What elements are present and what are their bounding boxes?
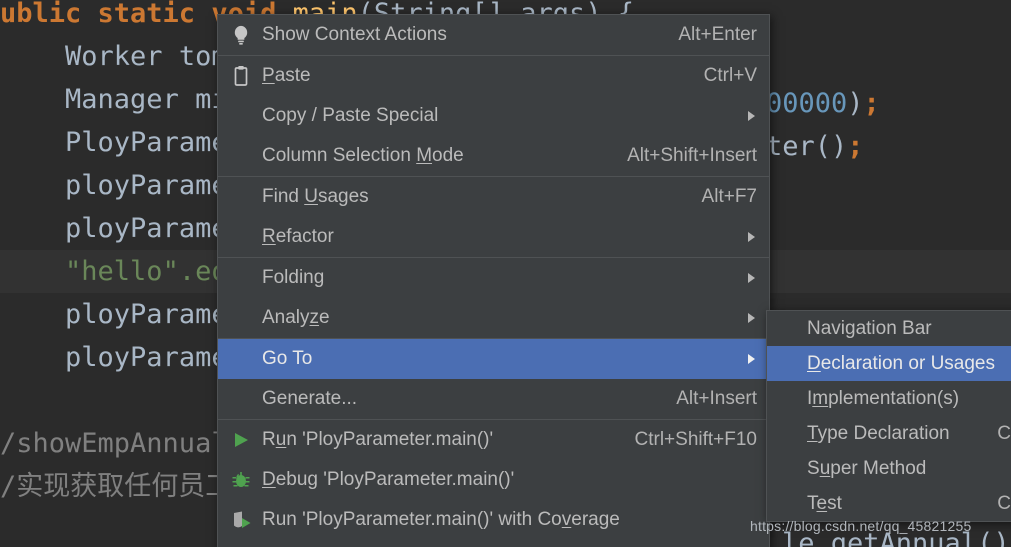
go-to-submenu[interactable]: Navigation Bar Declaration or Usages Imple… <box>766 310 1011 522</box>
menu-item-label: Paste <box>262 65 311 86</box>
menu-item-label: Copy / Paste Special <box>262 105 439 126</box>
lightbulb-icon <box>226 21 256 49</box>
submenu-item-label: Implementation(s) <box>807 387 960 409</box>
submenu-item-label: Test <box>807 492 842 514</box>
menu-item-paste[interactable]: Paste Ctrl+V <box>218 56 769 96</box>
menu-item-debug-ployparameter-main[interactable]: Debug 'PloyParameter.main()' <box>218 460 769 500</box>
menu-icon-placeholder <box>226 385 256 413</box>
menu-icon-placeholder <box>226 223 256 251</box>
submenu-item-label: Declaration or Usages <box>807 352 995 374</box>
code-fragment: ter(); <box>766 131 864 162</box>
menu-icon-placeholder <box>226 345 256 373</box>
menu-icon-placeholder <box>226 142 256 170</box>
ide-screen: ublic static void main(String[] args) { … <box>0 0 1011 547</box>
menu-item-label: Find Usages <box>262 186 369 207</box>
menu-item-shortcut: Alt+F7 <box>701 186 757 207</box>
menu-item-label: Run 'PloyParameter.main()' <box>262 429 494 450</box>
menu-item-run-ployparameter-main-with-coverage[interactable]: Run 'PloyParameter.main()' with Coverage <box>218 500 769 540</box>
run-icon <box>226 426 256 454</box>
menu-item-label: Column Selection Mode <box>262 145 464 166</box>
menu-item-shortcut: Ctrl+Shift+F10 <box>634 429 758 450</box>
clipboard-icon <box>226 62 256 90</box>
menu-icon-placeholder <box>226 264 256 292</box>
submenu-icon-placeholder <box>771 350 801 378</box>
menu-item-label: Analyze <box>262 307 330 328</box>
code-fragment: 00000); <box>766 88 880 119</box>
menu-item-find-usages[interactable]: Find Usages Alt+F7 <box>218 177 769 217</box>
menu-item-go-to[interactable]: Go To <box>218 339 769 379</box>
menu-item-label: Run 'PloyParameter.main()' with Coverage <box>262 509 620 530</box>
submenu-item-test[interactable]: Test C <box>767 486 1011 521</box>
menu-item-refactor[interactable]: Refactor <box>218 217 769 257</box>
menu-item-shortcut: Alt+Insert <box>676 388 757 409</box>
menu-item-label: Folding <box>262 267 325 288</box>
menu-item-column-selection-mode[interactable]: Column Selection Mode Alt+Shift+Insert <box>218 136 769 176</box>
submenu-item-implementation-s[interactable]: Implementation(s) <box>767 381 1011 416</box>
submenu-item-shortcut: C <box>997 492 1011 514</box>
submenu-icon-placeholder <box>771 315 801 343</box>
chevron-right-icon <box>745 354 757 364</box>
submenu-icon-placeholder <box>771 490 801 518</box>
submenu-icon-placeholder <box>771 455 801 483</box>
menu-item-generate[interactable]: Generate... Alt+Insert <box>218 379 769 419</box>
watermark: https://blog.csdn.net/qq_45821255 <box>750 518 972 534</box>
submenu-item-label: Navigation Bar <box>807 317 932 339</box>
chevron-right-icon <box>745 111 757 121</box>
chevron-right-icon <box>745 232 757 242</box>
menu-item-label: Debug 'PloyParameter.main()' <box>262 469 515 490</box>
menu-item-folding[interactable]: Folding <box>218 258 769 298</box>
editor-context-menu[interactable]: Show Context Actions Alt+Enter Paste Ctrl+V… <box>217 14 770 547</box>
submenu-item-shortcut: C <box>997 422 1011 444</box>
submenu-item-super-method[interactable]: Super Method <box>767 451 1011 486</box>
menu-item-label: Go To <box>262 348 313 369</box>
menu-item-run-ployparameter-main[interactable]: Run 'PloyParameter.main()' Ctrl+Shift+F10 <box>218 420 769 460</box>
chevron-right-icon <box>745 313 757 323</box>
submenu-item-label: Type Declaration <box>807 422 950 444</box>
submenu-item-navigation-bar[interactable]: Navigation Bar <box>767 311 1011 346</box>
menu-item-copy-paste-special[interactable]: Copy / Paste Special <box>218 96 769 136</box>
menu-icon-placeholder <box>226 102 256 130</box>
menu-item-label: Generate... <box>262 388 358 409</box>
menu-item-label: Show Context Actions <box>262 24 447 45</box>
coverage-icon <box>226 506 256 534</box>
debug-icon <box>226 466 256 494</box>
chevron-right-icon <box>745 273 757 283</box>
menu-item-label: Refactor <box>262 226 334 247</box>
submenu-item-declaration-or-usages[interactable]: Declaration or Usages <box>767 346 1011 381</box>
submenu-icon-placeholder <box>771 385 801 413</box>
submenu-icon-placeholder <box>771 420 801 448</box>
menu-item-analyze[interactable]: Analyze <box>218 298 769 338</box>
menu-item-shortcut: Alt+Enter <box>678 24 757 45</box>
menu-item-show-context-actions[interactable]: Show Context Actions Alt+Enter <box>218 15 769 55</box>
submenu-item-label: Super Method <box>807 457 927 479</box>
submenu-item-type-declaration[interactable]: Type Declaration C <box>767 416 1011 451</box>
menu-item-shortcut: Alt+Shift+Insert <box>627 145 757 166</box>
menu-item-run-ployparameter-main-with-java-flight-recorder[interactable]: Run 'PloyParameter.main()' with 'Java Fl… <box>218 540 769 547</box>
menu-icon-placeholder <box>226 183 256 211</box>
menu-icon-placeholder <box>226 304 256 332</box>
menu-item-shortcut: Ctrl+V <box>703 65 757 86</box>
